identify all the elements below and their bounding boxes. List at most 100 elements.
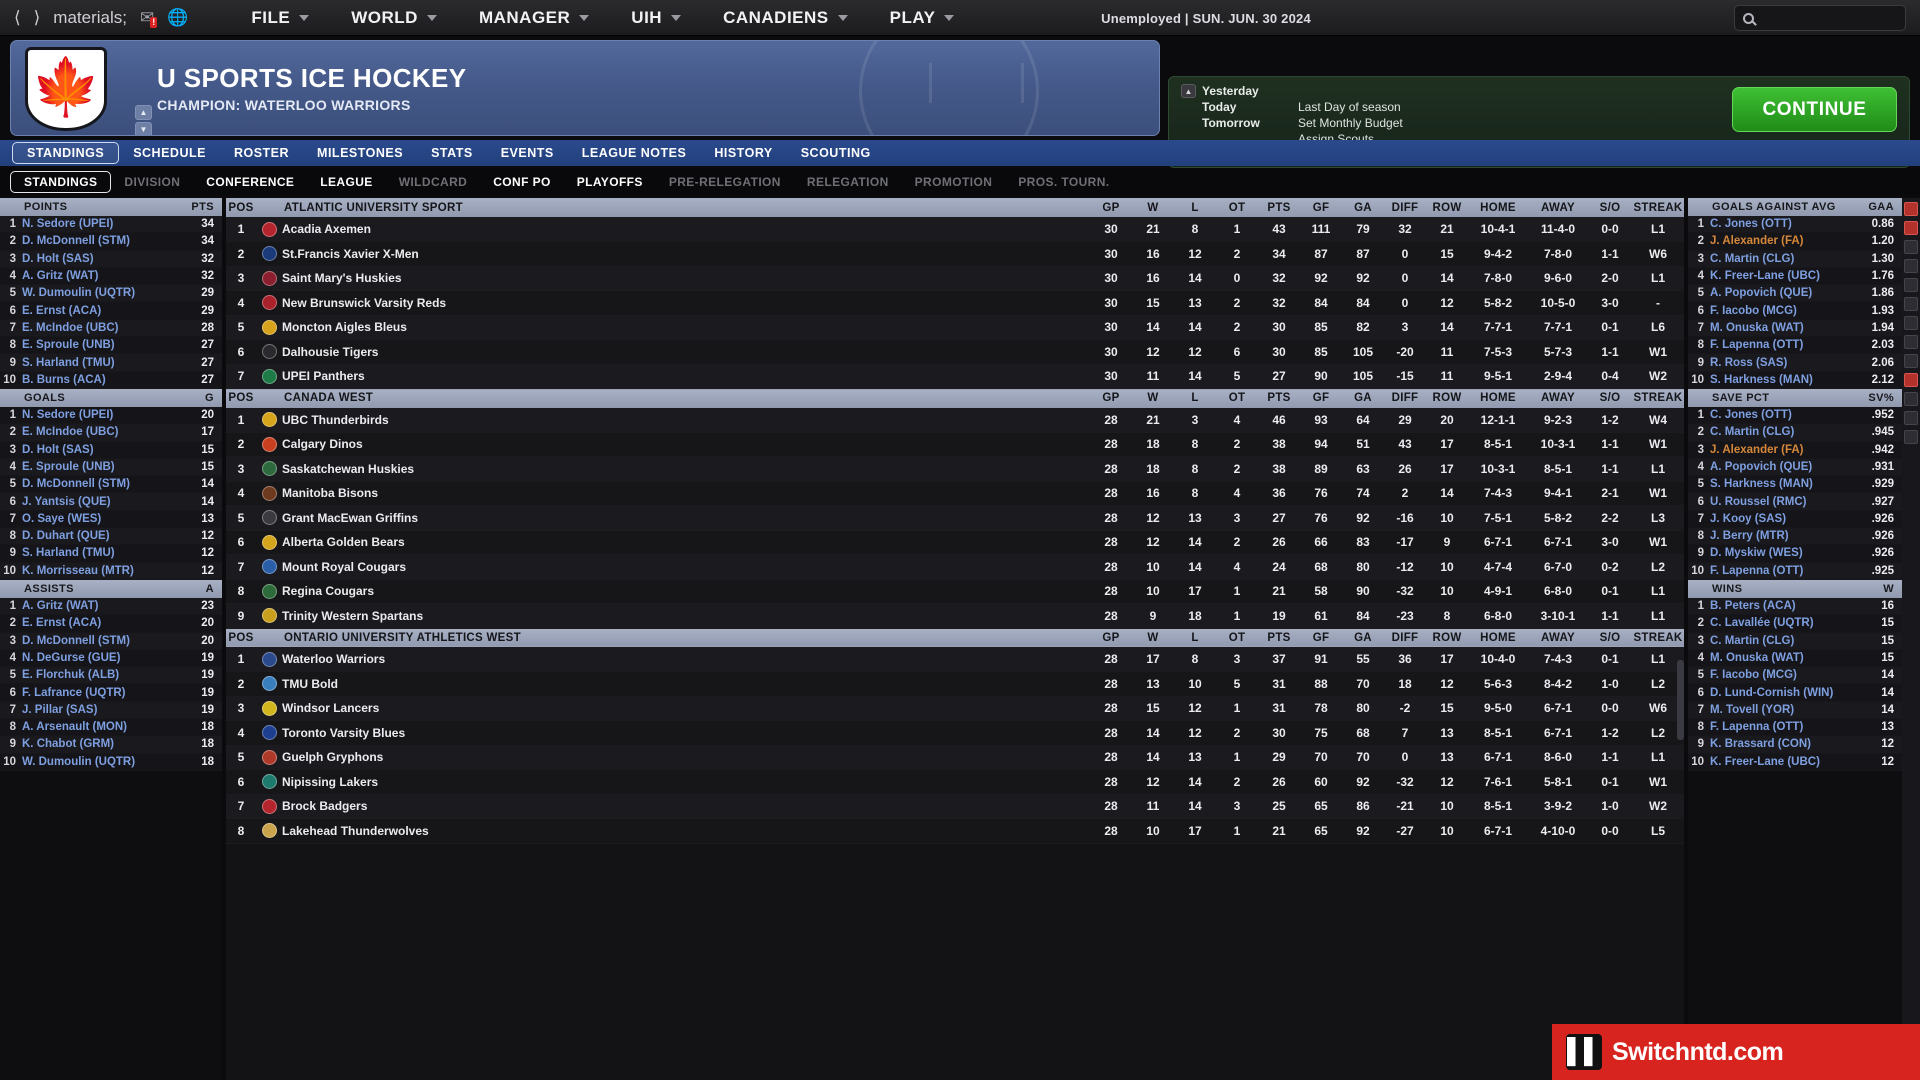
- leader-row[interactable]: 3 J. Alexander (FA) .942: [1688, 441, 1902, 459]
- leader-row[interactable]: 9 K. Brassard (CON) 12: [1688, 736, 1902, 754]
- team-name[interactable]: Mount Royal Cougars: [282, 554, 1090, 580]
- leader-row[interactable]: 7 J. Pillar (SAS) 19: [0, 701, 222, 720]
- table-row[interactable]: 3 Saskatchewan Huskies 28 18 8 2 38 89 63 26 17 10-…: [226, 456, 1684, 482]
- leader-row[interactable]: 7 M. Onuska (WAT) 1.94: [1688, 319, 1902, 338]
- leader-row[interactable]: 4 N. DeGurse (GUE) 19: [0, 649, 222, 668]
- leader-player-name[interactable]: W. Dumoulin (UQTR): [22, 287, 184, 299]
- table-row[interactable]: 2 St.Francis Xavier X-Men 30 16 12 2 34 87 87 0 15…: [226, 241, 1684, 267]
- leader-row[interactable]: 10 K. Freer-Lane (UBC) 12: [1688, 753, 1902, 771]
- leader-player-name[interactable]: U. Roussel (RMC): [1710, 496, 1864, 508]
- leader-player-name[interactable]: F. Lafrance (UQTR): [22, 687, 184, 699]
- leader-player-name[interactable]: D. Duhart (QUE): [22, 530, 184, 542]
- leader-row[interactable]: 9 S. Harland (TMU) 12: [0, 545, 222, 563]
- team-name[interactable]: Manitoba Bisons: [282, 481, 1090, 506]
- leader-player-name[interactable]: D. Lund-Cornish (WIN): [1710, 687, 1864, 699]
- menu-canadiens[interactable]: CANADIENS: [702, 0, 869, 36]
- table-row[interactable]: 7 Brock Badgers 28 11 14 3 25 65 86 -21 10 8-5-1 3-9…: [226, 794, 1684, 819]
- leader-player-name[interactable]: J. Pillar (SAS): [22, 704, 184, 716]
- calendar-icon[interactable]: [1904, 316, 1918, 330]
- subtab-promotion[interactable]: PROMOTION: [902, 172, 1006, 192]
- leader-row[interactable]: 1 A. Gritz (WAT) 23: [0, 597, 222, 616]
- team-name[interactable]: Brock Badgers: [282, 794, 1090, 819]
- standings-table-container[interactable]: POS ATLANTIC UNIVERSITY SPORT GP W L OT PTS GF G…: [226, 198, 1684, 1080]
- leader-player-name[interactable]: S. Harkness (MAN): [1710, 374, 1864, 386]
- leader-player-name[interactable]: D. McDonnell (STM): [22, 478, 184, 490]
- leader-player-name[interactable]: F. Lapenna (OTT): [1710, 565, 1864, 577]
- leader-row[interactable]: 3 D. McDonnell (STM) 20: [0, 632, 222, 650]
- team-name[interactable]: Moncton Aigles Bleus: [282, 315, 1090, 340]
- leader-player-name[interactable]: R. Ross (SAS): [1710, 357, 1864, 369]
- table-row[interactable]: 5 Moncton Aigles Bleus 30 14 14 2 30 85 82 3 14 7-7…: [226, 315, 1684, 340]
- leader-row[interactable]: 2 C. Martin (CLG) .945: [1688, 424, 1902, 442]
- leader-row[interactable]: 10 F. Lapenna (OTT) .925: [1688, 562, 1902, 580]
- team-name[interactable]: Nipissing Lakers: [282, 769, 1090, 795]
- subtab-pros-tourn-[interactable]: PROS. TOURN.: [1005, 172, 1122, 192]
- leader-player-name[interactable]: F. Iacobo (MCG): [1710, 305, 1864, 317]
- table-row[interactable]: 7 UPEI Panthers 30 11 14 5 27 90 105 -15 11 9-5-1 2-…: [226, 364, 1684, 389]
- leader-player-name[interactable]: J. Yantsis (QUE): [22, 496, 184, 508]
- leader-row[interactable]: 3 D. Holt (SAS) 32: [0, 250, 222, 268]
- leader-row[interactable]: 8 F. Lapenna (OTT) 13: [1688, 719, 1902, 737]
- leader-row[interactable]: 3 D. Holt (SAS) 15: [0, 441, 222, 459]
- leader-row[interactable]: 9 D. Myskiw (WES) .926: [1688, 545, 1902, 563]
- team-name[interactable]: TMU Bold: [282, 671, 1090, 697]
- tab-scouting[interactable]: SCOUTING: [787, 143, 885, 163]
- table-row[interactable]: 2 Calgary Dinos 28 18 8 2 38 94 51 43 17 8-5-1 10-3-…: [226, 432, 1684, 457]
- leader-row[interactable]: 7 E. McIndoe (UBC) 28: [0, 319, 222, 338]
- leader-row[interactable]: 4 M. Onuska (WAT) 15: [1688, 649, 1902, 668]
- subtab-relegation[interactable]: RELEGATION: [794, 172, 902, 192]
- table-row[interactable]: 3 Windsor Lancers 28 15 12 1 31 78 80 -2 15 9-5-0 6-…: [226, 696, 1684, 721]
- leader-player-name[interactable]: A. Gritz (WAT): [22, 270, 184, 282]
- leader-row[interactable]: 7 J. Kooy (SAS) .926: [1688, 510, 1902, 529]
- leader-row[interactable]: 6 J. Yantsis (QUE) 14: [0, 493, 222, 511]
- leader-row[interactable]: 10 B. Burns (ACA) 27: [0, 371, 222, 389]
- leader-row[interactable]: 6 F. Iacobo (MCG) 1.93: [1688, 302, 1902, 320]
- leader-row[interactable]: 5 D. McDonnell (STM) 14: [0, 476, 222, 494]
- settings-icon[interactable]: [1904, 392, 1918, 406]
- leader-player-name[interactable]: F. Lapenna (OTT): [1710, 339, 1864, 351]
- team-name[interactable]: Dalhousie Tigers: [282, 339, 1090, 365]
- subtab-conference[interactable]: CONFERENCE: [193, 172, 307, 192]
- leader-row[interactable]: 10 W. Dumoulin (UQTR) 18: [0, 753, 222, 771]
- leader-row[interactable]: 6 D. Lund-Cornish (WIN) 14: [1688, 684, 1902, 702]
- table-row[interactable]: 5 Grant MacEwan Griffins 28 12 13 3 27 76 92 -16 1…: [226, 505, 1684, 531]
- table-row[interactable]: 7 Mount Royal Cougars 28 10 14 4 24 68 80 -12 10 4-…: [226, 554, 1684, 580]
- leader-row[interactable]: 6 F. Lafrance (UQTR) 19: [0, 684, 222, 702]
- table-row[interactable]: 6 Nipissing Lakers 28 12 14 2 26 60 92 -32 12 7-6-1…: [226, 769, 1684, 795]
- leader-row[interactable]: 1 B. Peters (ACA) 16: [1688, 597, 1902, 616]
- leader-row[interactable]: 2 C. Lavallée (UQTR) 15: [1688, 615, 1902, 633]
- subtab-pre-relegation[interactable]: PRE-RELEGATION: [656, 172, 794, 192]
- inbox-icon[interactable]: ✉ !: [140, 9, 158, 28]
- leader-row[interactable]: 9 R. Ross (SAS) 2.06: [1688, 354, 1902, 372]
- table-row[interactable]: 8 Regina Cougars 28 10 17 1 21 58 90 -32 10 4-9-1 6-…: [226, 579, 1684, 604]
- subtab-playoffs[interactable]: PLAYOFFS: [564, 172, 656, 192]
- leader-player-name[interactable]: E. Sproule (UNB): [22, 461, 184, 473]
- leader-player-name[interactable]: N. Sedore (UPEI): [22, 409, 184, 421]
- leader-player-name[interactable]: C. Lavallée (UQTR): [1710, 617, 1864, 629]
- table-row[interactable]: 8 Lakehead Thunderwolves 28 10 17 1 21 65 92 -27 1…: [226, 818, 1684, 844]
- table-row[interactable]: 1 Acadia Axemen 30 21 8 1 43 111 79 32 21 10-4-1 11-…: [226, 217, 1684, 242]
- home-icon[interactable]: materials;: [53, 9, 127, 26]
- stepper-up-icon[interactable]: ▲: [135, 105, 152, 120]
- leader-row[interactable]: 5 A. Popovich (QUE) 1.86: [1688, 285, 1902, 303]
- menu-world[interactable]: WORLD: [330, 0, 458, 36]
- team-name[interactable]: UBC Thunderbirds: [282, 407, 1090, 433]
- leader-row[interactable]: 8 F. Lapenna (OTT) 2.03: [1688, 337, 1902, 355]
- leader-player-name[interactable]: C. Jones (OTT): [1710, 409, 1864, 421]
- leader-player-name[interactable]: K. Morrisseau (MTR): [22, 565, 184, 577]
- leader-row[interactable]: 7 O. Saye (WES) 13: [0, 510, 222, 529]
- scroll-up-icon[interactable]: ▲: [1181, 84, 1196, 98]
- menu-play[interactable]: PLAY: [869, 0, 976, 36]
- leader-row[interactable]: 7 M. Tovell (YOR) 14: [1688, 701, 1902, 720]
- mail-icon[interactable]: [1904, 373, 1918, 387]
- search-input[interactable]: [1734, 5, 1906, 31]
- leader-row[interactable]: 1 N. Sedore (UPEI) 20: [0, 406, 222, 425]
- team-name[interactable]: New Brunswick Varsity Reds: [282, 290, 1090, 316]
- leader-row[interactable]: 9 K. Chabot (GRM) 18: [0, 736, 222, 754]
- leader-player-name[interactable]: D. Holt (SAS): [22, 444, 184, 456]
- subtab-standings[interactable]: STANDINGS: [10, 170, 112, 193]
- tab-standings[interactable]: STANDINGS: [12, 142, 120, 164]
- leader-player-name[interactable]: D. Holt (SAS): [22, 253, 184, 265]
- leader-player-name[interactable]: W. Dumoulin (UQTR): [22, 756, 184, 768]
- leader-player-name[interactable]: E. Ernst (ACA): [22, 617, 184, 629]
